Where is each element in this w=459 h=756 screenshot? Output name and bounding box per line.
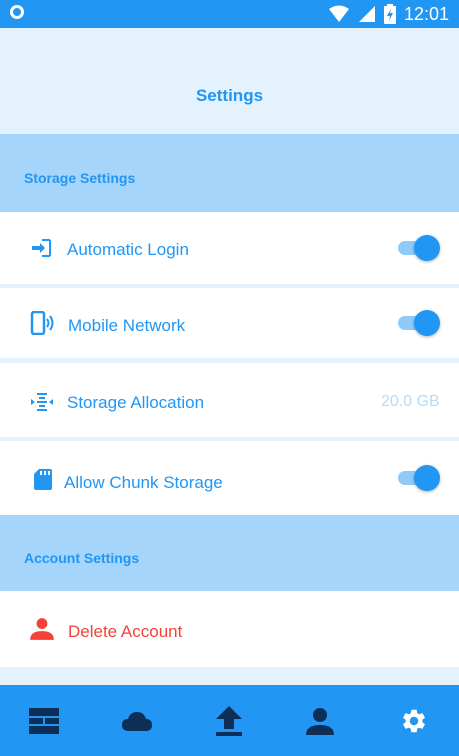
storage-allocation-label: Storage Allocation bbox=[67, 393, 205, 412]
toggle-thumb bbox=[414, 465, 440, 491]
allow-chunk-storage-row[interactable]: Allow Chunk Storage bbox=[0, 441, 459, 515]
wifi-icon bbox=[328, 5, 349, 22]
battery-icon bbox=[383, 4, 396, 24]
automatic-login-label: Automatic Login bbox=[67, 240, 189, 259]
cell-signal-icon bbox=[358, 6, 375, 22]
storage-settings-label: Storage Settings bbox=[24, 170, 136, 186]
storage-settings-header: Storage Settings bbox=[0, 134, 459, 212]
page-bottom-spacer bbox=[0, 667, 459, 685]
status-icons: 12:01 bbox=[328, 0, 449, 28]
notification-circle-icon bbox=[10, 5, 24, 19]
nav-upload[interactable] bbox=[199, 685, 259, 756]
delete-account-row[interactable]: Delete Account bbox=[0, 591, 459, 667]
nav-settings[interactable] bbox=[384, 685, 444, 756]
page-title: Settings bbox=[195, 86, 264, 105]
mobile-network-label: Mobile Network bbox=[68, 316, 186, 335]
sd-card-icon bbox=[34, 469, 52, 490]
nav-cloud[interactable] bbox=[107, 685, 167, 756]
account-settings-header: Account Settings bbox=[0, 515, 459, 591]
status-time: 12:01 bbox=[403, 3, 449, 24]
toggle-thumb bbox=[414, 235, 440, 261]
storage-allocation-value: 20.0 GB bbox=[381, 393, 440, 410]
storage-allocation-row[interactable]: Storage Allocation 20.0 GB bbox=[0, 363, 459, 437]
bottom-navigation bbox=[0, 685, 459, 756]
mobile-network-icon bbox=[30, 311, 54, 335]
account-settings-label: Account Settings bbox=[24, 550, 140, 566]
dashboard-icon bbox=[29, 707, 59, 734]
automatic-login-row[interactable]: Automatic Login bbox=[0, 212, 459, 284]
account-icon bbox=[306, 707, 334, 735]
upload-icon bbox=[216, 705, 242, 736]
allow-chunk-storage-toggle[interactable] bbox=[398, 464, 440, 492]
nav-dashboard[interactable] bbox=[14, 685, 74, 756]
toggle-thumb bbox=[414, 310, 440, 336]
mobile-network-row[interactable]: Mobile Network bbox=[0, 288, 459, 358]
app-header: Settings bbox=[0, 28, 459, 134]
login-icon bbox=[32, 239, 51, 257]
delete-account-label: Delete Account bbox=[68, 622, 183, 641]
automatic-login-toggle[interactable] bbox=[398, 234, 440, 262]
settings-gear-icon bbox=[403, 709, 425, 732]
nav-account[interactable] bbox=[290, 685, 350, 756]
mobile-network-toggle[interactable] bbox=[398, 309, 440, 337]
status-bar: 12:01 bbox=[0, 0, 459, 28]
cloud-icon bbox=[122, 711, 152, 731]
storage-allocation-icon bbox=[31, 393, 53, 411]
person-icon bbox=[30, 618, 54, 640]
allow-chunk-storage-label: Allow Chunk Storage bbox=[64, 473, 223, 492]
